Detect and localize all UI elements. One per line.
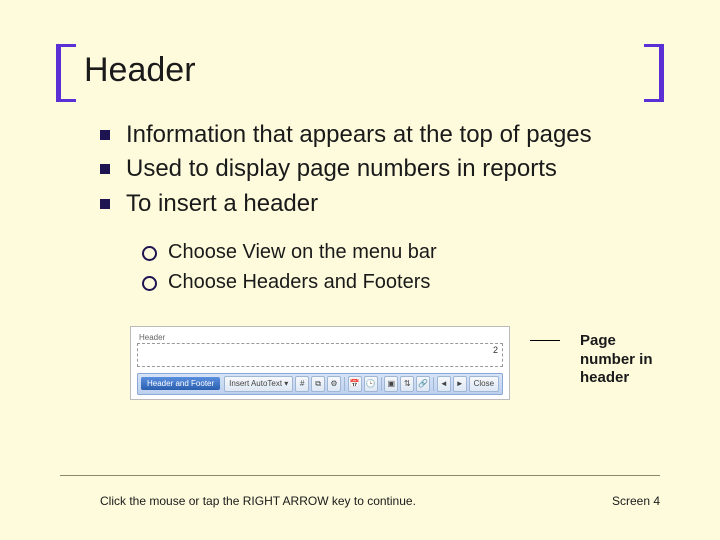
- figure-header-label: Header: [137, 333, 503, 342]
- bracket-right-icon: [644, 44, 664, 102]
- footer-screen-number: Screen 4: [612, 494, 660, 508]
- figure-header-box: 2: [137, 343, 503, 367]
- toolbar-separator: [433, 377, 434, 391]
- callout-leader-line: [530, 340, 560, 341]
- date-icon: 📅: [348, 376, 362, 392]
- bracket-left-icon: [56, 44, 76, 102]
- figure-toolbar: Header and Footer Insert AutoText ▾ # ⧉ …: [137, 373, 503, 395]
- callout-text: Page number in header: [580, 332, 660, 388]
- switch-icon: ⇅: [400, 376, 414, 392]
- page-number-icon: #: [295, 376, 309, 392]
- header-figure: Header 2 Header and Footer Insert AutoTe…: [130, 326, 510, 400]
- footer: Click the mouse or tap the RIGHT ARROW k…: [100, 494, 660, 508]
- insert-autotext-button: Insert AutoText ▾: [224, 376, 293, 392]
- toolbar-separator: [344, 377, 345, 391]
- time-icon: 🕒: [364, 376, 378, 392]
- format-icon: ⚙: [327, 376, 341, 392]
- main-bullet-list: Information that appears at the top of p…: [60, 119, 660, 220]
- prev-icon: ◄: [437, 376, 451, 392]
- next-icon: ►: [453, 376, 467, 392]
- layout-icon: ▣: [384, 376, 398, 392]
- figure-page-number: 2: [493, 345, 498, 355]
- bullet-item: Used to display page numbers in reports: [100, 153, 660, 185]
- footer-instruction: Click the mouse or tap the RIGHT ARROW k…: [100, 494, 416, 508]
- bullet-item: To insert a header: [100, 188, 660, 220]
- close-button: Close: [469, 376, 499, 392]
- toolbar-title: Header and Footer: [141, 377, 220, 390]
- footer-divider: [60, 475, 660, 476]
- link-icon: 🔗: [416, 376, 430, 392]
- bullet-item: Information that appears at the top of p…: [100, 119, 660, 151]
- toolbar-separator: [381, 377, 382, 391]
- sub-bullet-list: Choose View on the menu bar Choose Heade…: [60, 238, 660, 296]
- title-wrap: Header: [60, 50, 660, 91]
- slide: Header Information that appears at the t…: [0, 0, 720, 540]
- sub-bullet-item: Choose Headers and Footers: [142, 268, 660, 296]
- page-title: Header: [60, 50, 660, 91]
- pages-icon: ⧉: [311, 376, 325, 392]
- sub-bullet-item: Choose View on the menu bar: [142, 238, 660, 266]
- figure-row: Header 2 Header and Footer Insert AutoTe…: [60, 326, 660, 400]
